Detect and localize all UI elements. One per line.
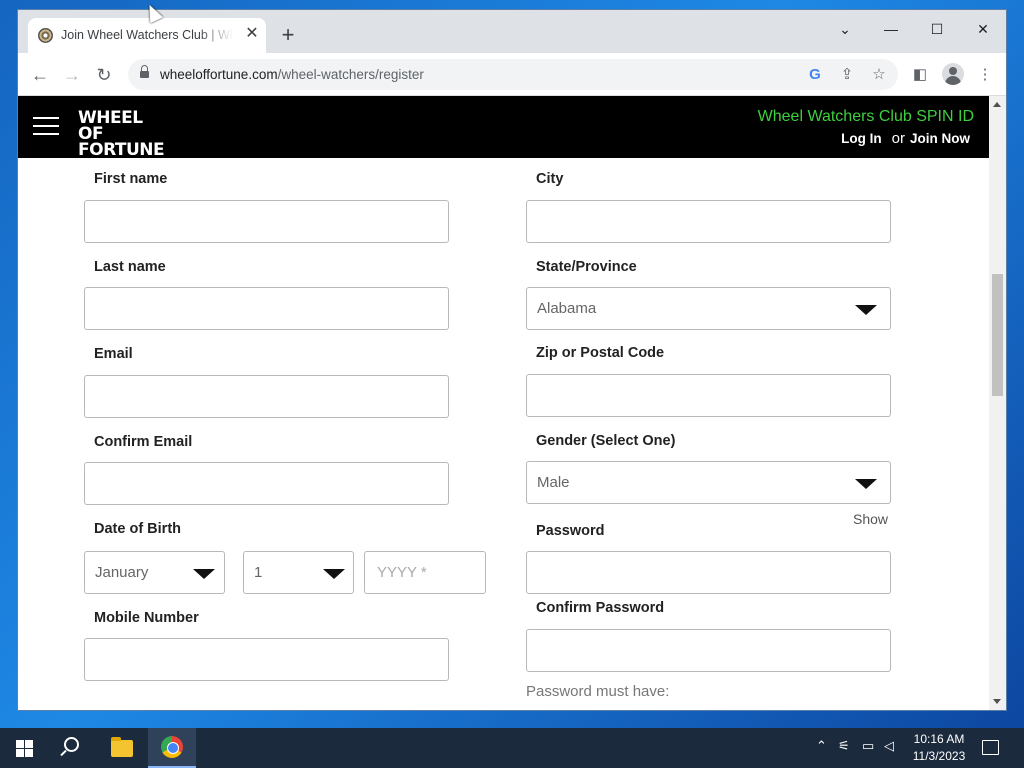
join-now-link[interactable]: Join Now [910, 131, 970, 146]
battery-icon[interactable]: ▭ [862, 738, 874, 754]
zip-input[interactable] [526, 374, 891, 417]
profile-avatar-icon[interactable] [942, 63, 964, 85]
chrome-taskbar-icon[interactable] [148, 728, 196, 768]
clock-date: 11/3/2023 [912, 749, 966, 763]
state-value: Alabama [537, 300, 597, 317]
scroll-down-arrow-icon[interactable] [993, 699, 1001, 704]
email-input[interactable] [84, 375, 449, 418]
logo-line-2: FORTUNE [78, 140, 165, 160]
chevron-down-icon [323, 569, 345, 579]
back-arrow-icon[interactable]: ← [27, 62, 53, 88]
zip-label: Zip or Postal Code [536, 345, 665, 361]
tab-search-chevron-icon[interactable]: ⌄ [822, 14, 868, 44]
gender-value: Male [537, 474, 570, 491]
wheel-favicon-icon [38, 28, 53, 43]
clock-time: 10:16 AM [913, 732, 965, 746]
page-viewport: WHEEL OF FORTUNE Wheel Watchers Club SPI… [18, 96, 1006, 710]
network-icon[interactable]: ⚟ [838, 738, 850, 754]
scroll-thumb[interactable] [992, 274, 1003, 396]
first-name-label: First name [94, 171, 168, 187]
city-input[interactable] [526, 200, 891, 243]
dob-label: Date of Birth [94, 521, 181, 537]
tray-chevron-icon[interactable]: ⌃ [816, 738, 827, 754]
first-name-input[interactable] [84, 200, 449, 243]
registration-form: First name Last name Email Confirm Email… [18, 158, 989, 710]
mobile-input[interactable] [84, 638, 449, 681]
state-select[interactable]: Alabama [526, 287, 891, 330]
reload-icon[interactable]: ↻ [91, 62, 117, 88]
minimize-button[interactable]: — [868, 14, 914, 44]
login-link[interactable]: Log In [841, 131, 882, 146]
confirm-password-input[interactable] [526, 629, 891, 672]
show-password-toggle[interactable]: Show [853, 511, 888, 527]
email-label: Email [94, 346, 133, 362]
search-icon[interactable] [48, 728, 96, 768]
side-panel-icon[interactable]: ◧ [909, 64, 931, 86]
auth-links: Log In or Join Now [841, 130, 970, 147]
url-path: /wheel-watchers/register [277, 67, 424, 82]
password-label: Password [536, 523, 605, 539]
chevron-down-icon [193, 569, 215, 579]
dob-day-value: 1 [254, 564, 263, 581]
logo-line-1: WHEEL OF [78, 108, 143, 144]
url-domain: wheeloffortune.com [160, 67, 278, 82]
dob-month-select[interactable]: January [84, 551, 225, 594]
new-tab-button[interactable]: + [276, 24, 300, 48]
forward-arrow-icon[interactable]: → [59, 62, 85, 88]
tab-strip: Join Wheel Watchers Club | Wheel of Fort… [18, 10, 1006, 53]
browser-tab[interactable]: Join Wheel Watchers Club | Wheel of Fort… [28, 18, 266, 53]
address-bar[interactable]: wheeloffortune.com/wheel-watchers/regist… [128, 59, 898, 90]
spin-id-link[interactable]: Wheel Watchers Club SPIN ID [758, 108, 974, 126]
browser-toolbar: ← → ↻ wheeloffortune.com/wheel-watchers/… [18, 53, 1006, 96]
notification-center-icon[interactable] [982, 740, 999, 755]
hamburger-menu-icon[interactable] [33, 117, 59, 135]
bookmark-star-icon[interactable]: ☆ [869, 65, 889, 85]
url-text[interactable]: wheeloffortune.com/wheel-watchers/regist… [160, 67, 424, 82]
dob-day-select[interactable]: 1 [243, 551, 354, 594]
gender-label: Gender (Select One) [536, 433, 676, 449]
site-header: WHEEL OF FORTUNE Wheel Watchers Club SPI… [18, 96, 989, 160]
confirm-email-input[interactable] [84, 462, 449, 505]
or-text: or [891, 130, 905, 147]
city-label: City [536, 171, 564, 187]
confirm-email-label: Confirm Email [94, 434, 193, 450]
close-window-button[interactable]: ✕ [960, 14, 1006, 44]
windows-start-icon[interactable] [0, 728, 48, 768]
volume-muted-icon[interactable]: ◁ [884, 738, 894, 754]
mobile-label: Mobile Number [94, 610, 199, 626]
last-name-input[interactable] [84, 287, 449, 330]
browser-window: Join Wheel Watchers Club | Wheel of Fort… [18, 10, 1006, 710]
password-input[interactable] [526, 551, 891, 594]
chevron-down-icon [855, 479, 877, 489]
last-name-label: Last name [94, 259, 166, 275]
file-explorer-icon[interactable] [98, 728, 146, 768]
dob-month-value: January [95, 564, 149, 581]
lock-icon[interactable] [140, 65, 149, 80]
dob-year-placeholder: YYYY * [377, 564, 427, 581]
gender-select[interactable]: Male [526, 461, 891, 504]
maximize-button[interactable]: ☐ [914, 14, 960, 44]
scroll-up-arrow-icon[interactable] [993, 102, 1001, 107]
password-requirements-text: Password must have: [526, 683, 670, 700]
state-label: State/Province [536, 259, 637, 275]
dob-year-input[interactable]: YYYY * [364, 551, 486, 594]
menu-kebab-icon[interactable]: ⋮ [974, 64, 996, 86]
page-scrollbar[interactable] [989, 96, 1006, 710]
google-lens-icon[interactable]: G [805, 65, 825, 85]
confirm-password-label: Confirm Password [536, 600, 665, 616]
tab-close-icon[interactable]: ✕ [242, 24, 262, 44]
share-icon[interactable]: ⇪ [837, 65, 857, 85]
system-clock[interactable]: 10:16 AM 11/3/2023 [904, 731, 974, 765]
tab-title: Join Wheel Watchers Club | Wheel of Fort… [61, 28, 233, 42]
wheel-of-fortune-logo[interactable]: WHEEL OF FORTUNE [78, 108, 173, 160]
windows-taskbar: ⌃ ⚟ ▭ ◁ 10:16 AM 11/3/2023 [0, 728, 1024, 768]
chevron-down-icon [855, 305, 877, 315]
